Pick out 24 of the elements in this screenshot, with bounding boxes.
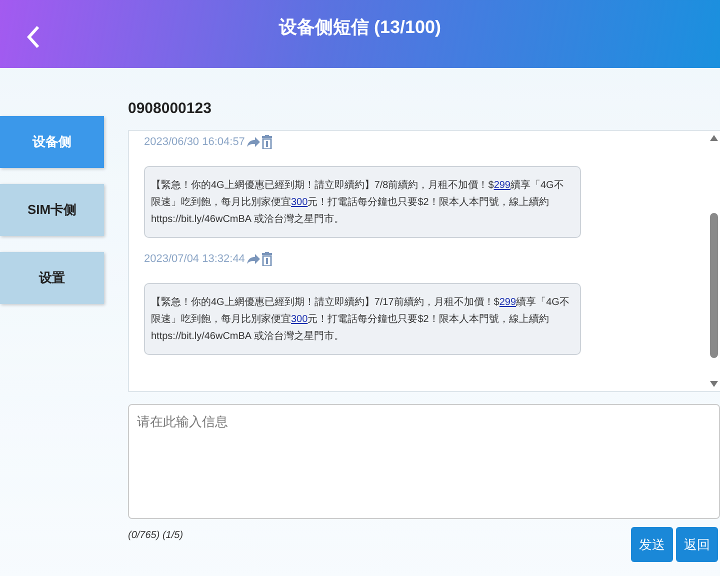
price-link[interactable]: 300 — [291, 314, 308, 325]
page-title: 设备侧短信 (13/100) — [278, 16, 442, 39]
message-text: 【緊急！你的4G上網優惠已經到期！請立即續約】7/8前續約，月租不加價！$299續享「4G不限速」吃到飽，每月比別家便宜300元！打電話每分鐘也只要$2！限本人本門號，線上續約 https://bit.ly/46wCmBA 或洽台灣之星門市。 — [151, 178, 565, 227]
price-link[interactable]: 299 — [499, 297, 516, 308]
scrollbar-thumb[interactable] — [710, 213, 718, 358]
scroll-up-icon[interactable] — [710, 135, 718, 141]
price-link[interactable]: 299 — [494, 180, 510, 191]
action-button[interactable]: 返回 — [676, 527, 718, 562]
trash-icon[interactable] — [262, 135, 272, 149]
trash-icon[interactable] — [262, 252, 272, 266]
scroll-down-icon[interactable] — [710, 381, 718, 387]
sidebar-tab[interactable]: SIM卡侧 — [0, 184, 104, 236]
action-button[interactable]: 发送 — [631, 527, 673, 562]
forward-icon[interactable] — [246, 253, 261, 265]
sidebar-tab[interactable]: 设置 — [0, 252, 104, 304]
back-icon[interactable] — [26, 25, 40, 49]
message-input[interactable]: 请在此输入信息 — [128, 404, 720, 519]
message-text: 【緊急！你的4G上網優惠已經到期！請立即續約】7/17前續約，月租不加價！$299續享「4G不限速」吃到飽，每月比別家便宜300元！打電話每分鐘也只要$2！限本人本門號，線上續約 https://bit.ly/46wCmBA 或洽台灣之星門市。 — [151, 296, 570, 344]
message-timestamp: 2023/07/04 13:32:44 — [144, 253, 245, 265]
character-counter: (0/765) (1/5) — [128, 530, 184, 543]
message-timestamp: 2023/06/30 16:04:57 — [144, 136, 245, 148]
forward-icon[interactable] — [246, 136, 261, 148]
price-link[interactable]: 300 — [291, 197, 308, 208]
phone-number: 0908000123 — [128, 100, 212, 119]
